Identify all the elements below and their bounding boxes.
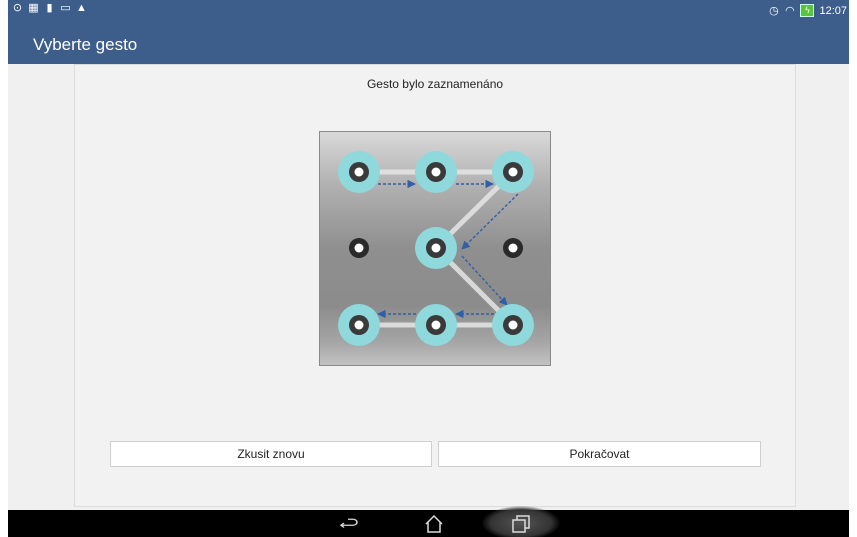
app-bar: Vyberte gesto [8, 24, 849, 64]
pattern-node-5 [415, 227, 457, 269]
battery-charging-icon: ϟ [800, 4, 815, 17]
back-icon[interactable] [338, 513, 360, 535]
screen: ⊙ ▦ ▮ ▭ ▲ ◷ ◠ ϟ 12:07 Vyberte gesto Gest… [8, 0, 849, 537]
sim-card-icon: ▮ [46, 2, 53, 14]
pattern-node-9 [492, 304, 534, 346]
pattern-node-6 [503, 238, 523, 258]
pattern-node-7 [338, 304, 380, 346]
pattern-drawing [338, 151, 534, 346]
status-time: 12:07 [819, 4, 847, 17]
recent-apps-icon[interactable] [510, 513, 532, 535]
pattern-node-2 [415, 151, 457, 193]
status-right-icons: ◷ ◠ ϟ 12:07 [768, 4, 847, 17]
photo-icon: ▭ [60, 2, 71, 14]
page-title: Vyberte gesto [33, 35, 138, 54]
continue-button[interactable]: Pokračovat [438, 441, 761, 467]
pattern-node-4 [349, 238, 369, 258]
status-bar: ⊙ ▦ ▮ ▭ ▲ ◷ ◠ ϟ 12:07 [8, 0, 849, 24]
status-message: Gesto bylo zaznamenáno [366, 77, 504, 91]
pattern-grid[interactable] [319, 131, 551, 366]
alarm-clock-icon: ⊙ [12, 2, 23, 14]
wifi-icon: ◠ [785, 4, 795, 17]
alarm-icon: ◷ [769, 4, 779, 17]
navigation-bar [8, 506, 849, 537]
pattern-node-1 [338, 151, 380, 193]
retry-button[interactable]: Zkusit znovu [110, 441, 432, 467]
home-icon[interactable] [423, 513, 445, 535]
pattern-node-8 [415, 304, 457, 346]
screenshot-icon: ▦ [28, 2, 39, 14]
pattern-node-3 [492, 151, 534, 193]
status-left-icons: ⊙ ▦ ▮ ▭ ▲ [12, 2, 87, 14]
pattern-card: Gesto bylo zaznamenáno Zkusit znovu Pokr… [74, 64, 796, 507]
warning-icon: ▲ [76, 2, 87, 14]
